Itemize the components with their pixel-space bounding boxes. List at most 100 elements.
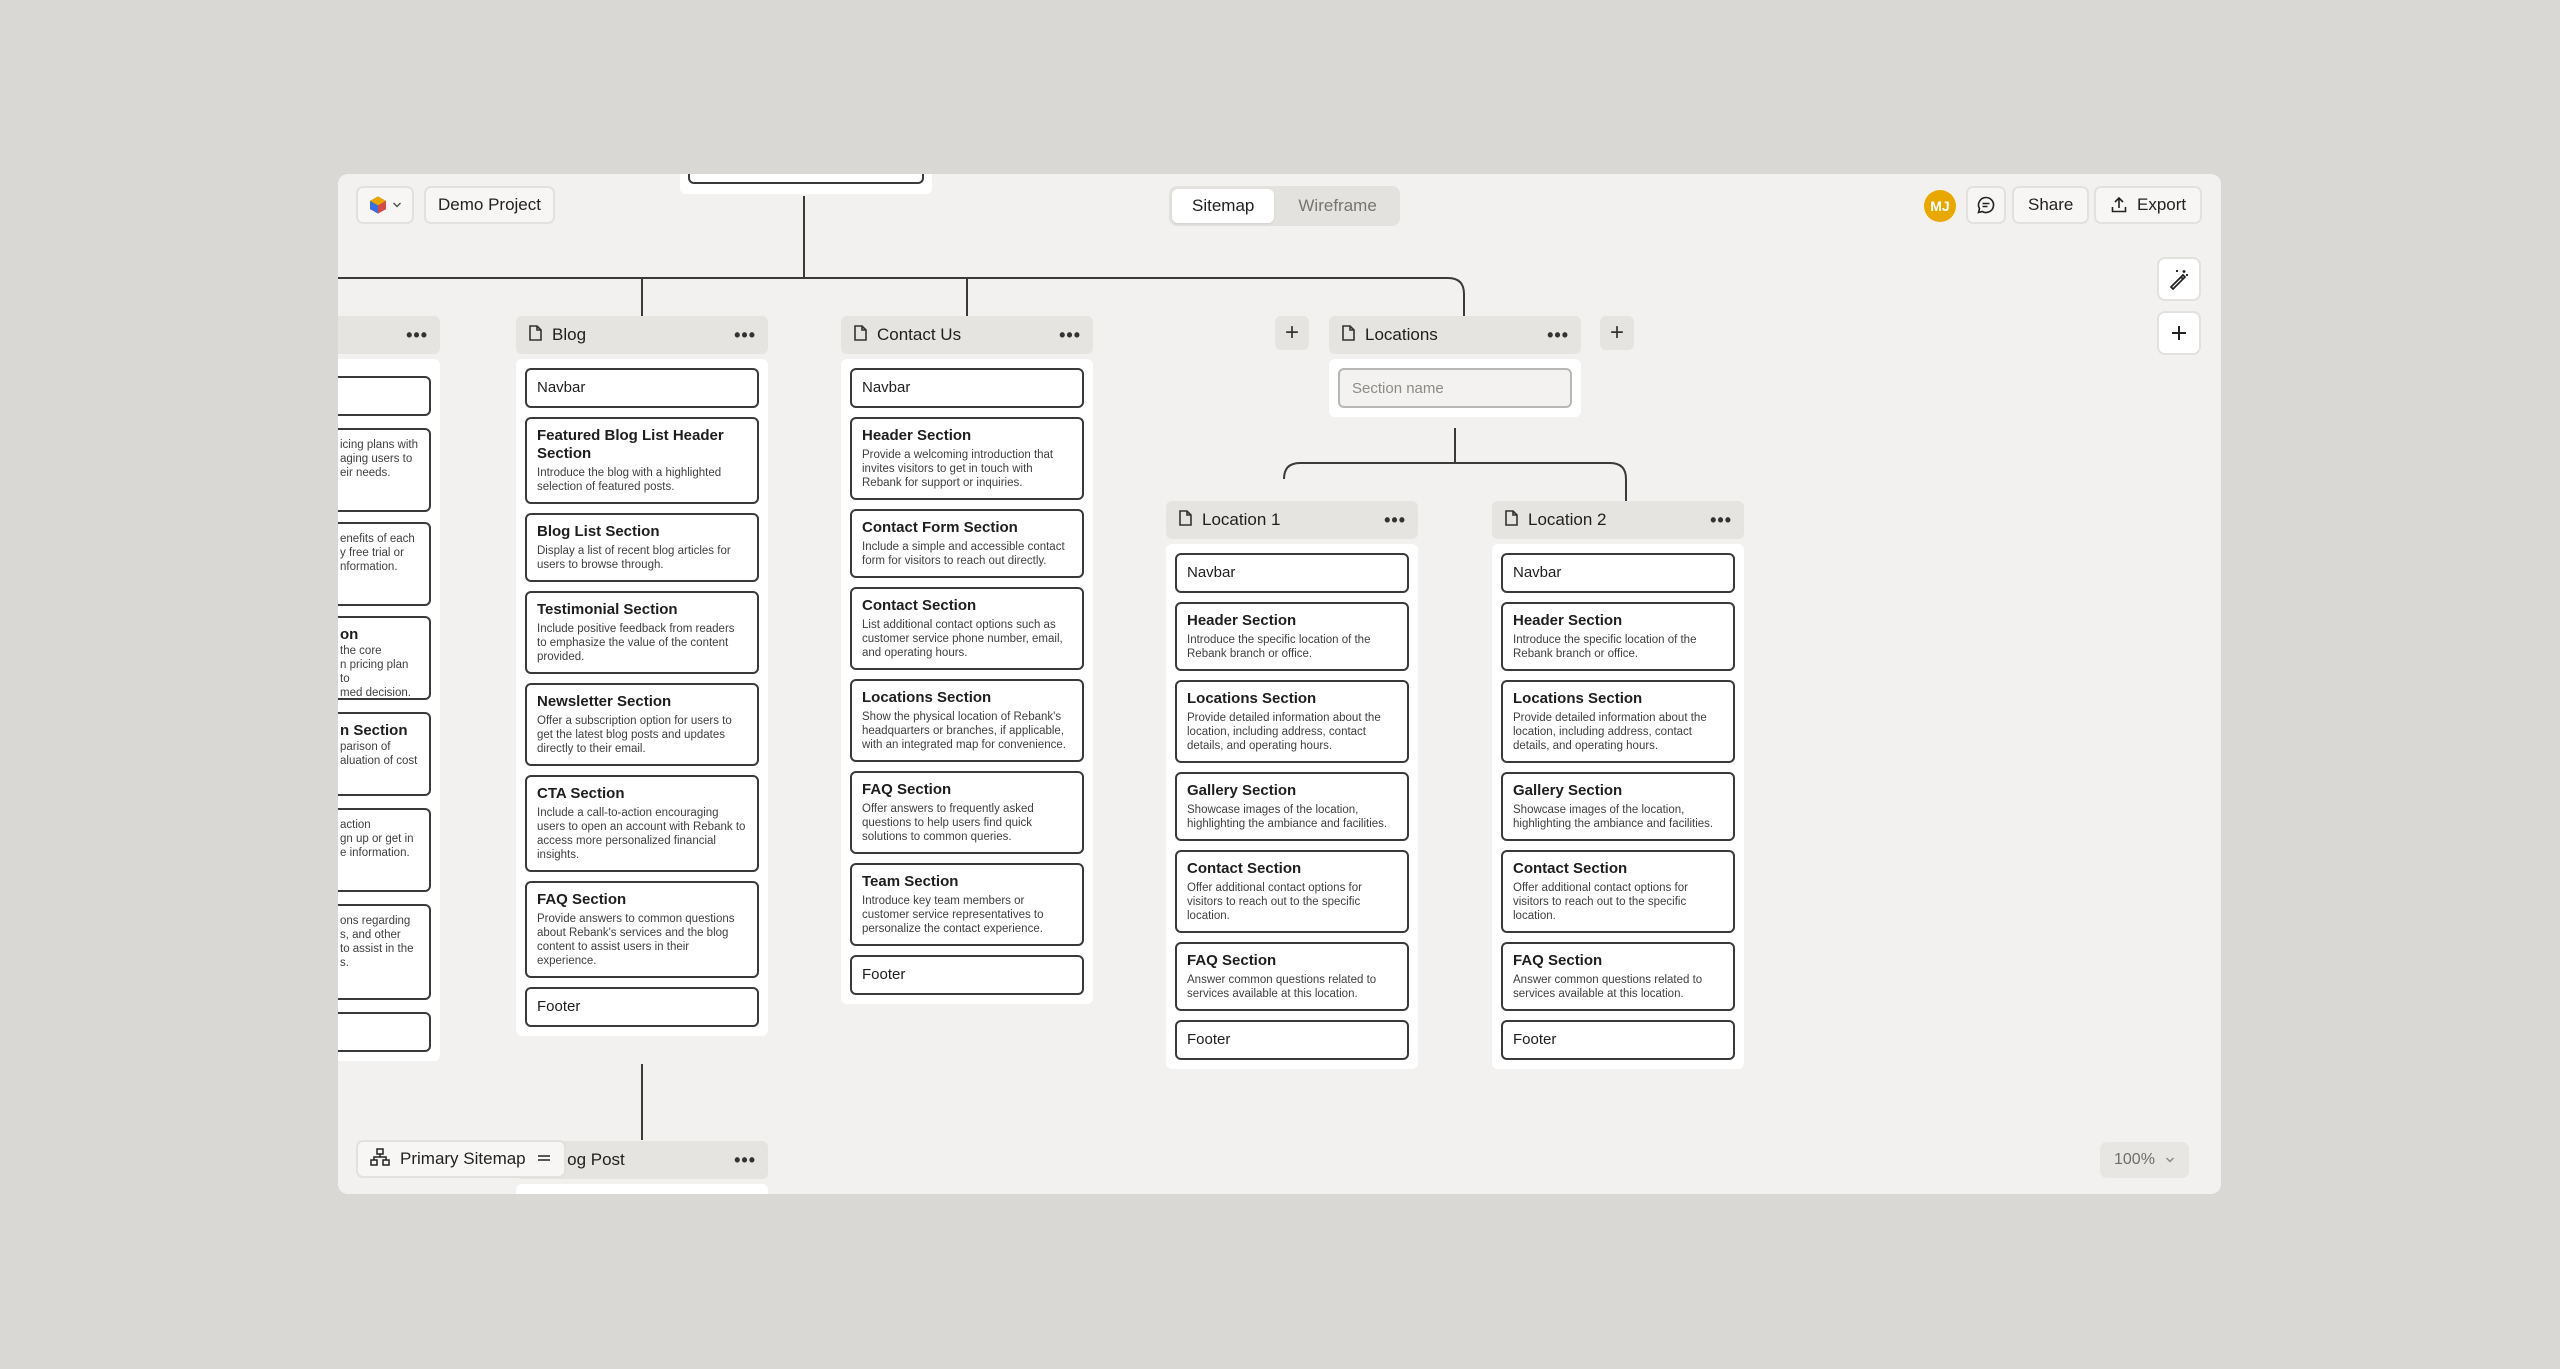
page-node-location-1[interactable]: Location 1 ••• Navbar Header Section Intro… (1166, 501, 1418, 1069)
page-node-contact-us[interactable]: Contact Us ••• Navbar Header Section Provi… (841, 316, 1093, 1004)
page-header-location-2[interactable]: Location 2 ••• (1492, 501, 1744, 539)
project-name-button[interactable]: Demo Project (424, 186, 555, 224)
section-card[interactable]: Header Section Introduce the specific loc… (1175, 602, 1409, 671)
section-card[interactable]: Navbar (1501, 553, 1735, 593)
ai-edit-button[interactable] (2157, 257, 2201, 301)
section-name: Header Section (1513, 612, 1623, 629)
more-icon[interactable]: ••• (406, 325, 428, 346)
section-card[interactable]: Contact Form Section Include a simple and… (850, 509, 1084, 578)
section-card-partial[interactable]: n Section parison of aluation of cost (338, 712, 431, 796)
chevron-down-icon (392, 201, 402, 209)
section-card[interactable]: CTA Section Include a call-to-action enco… (525, 775, 759, 872)
section-description: Show the physical location of Rebank's h… (862, 711, 1066, 751)
section-card[interactable]: Gallery Section Showcase images of the lo… (1175, 772, 1409, 841)
sitemap-canvas[interactable]: ••• icing plans with aging users to eir … (338, 174, 2221, 1194)
section-description: the core n pricing plan to med decision. (340, 645, 411, 699)
page-node-location-2[interactable]: Location 2 ••• Navbar Header Section Intro… (1492, 501, 1744, 1069)
section-card[interactable]: Footer (1175, 1020, 1409, 1060)
section-description: List additional contact options such as … (862, 619, 1063, 659)
section-card-partial[interactable]: on the core n pricing plan to med decisio… (338, 616, 431, 700)
more-icon[interactable]: ••• (1384, 510, 1406, 531)
section-list (1329, 359, 1581, 417)
section-card[interactable]: FAQ Section Answer common questions relat… (1501, 942, 1735, 1011)
zoom-level: 100% (2114, 1151, 2155, 1168)
more-icon[interactable]: ••• (1059, 325, 1081, 346)
export-button[interactable]: Export (2094, 186, 2203, 224)
section-card-partial[interactable] (338, 1012, 431, 1052)
section-name: Locations Section (1513, 690, 1643, 707)
section-name: Testimonial Section (537, 601, 678, 618)
page-icon (1504, 509, 1518, 531)
section-card[interactable]: FAQ Section Provide answers to common que… (525, 881, 759, 978)
page-node-locations[interactable]: Locations ••• (1329, 316, 1581, 417)
more-icon[interactable]: ••• (734, 325, 756, 346)
section-name-input[interactable] (1338, 368, 1572, 408)
section-card[interactable]: Footer (850, 955, 1084, 995)
tab-wireframe[interactable]: Wireframe (1278, 189, 1396, 223)
section-card-partial[interactable]: enefits of each y free trial or nformati… (338, 522, 431, 606)
section-card-partial[interactable]: ons regarding s, and other to assist in … (338, 904, 431, 1000)
section-card[interactable]: Testimonial Section Include positive feed… (525, 591, 759, 674)
section-name: Contact Section (1513, 860, 1628, 877)
section-card[interactable]: Team Section Introduce key team members o… (850, 863, 1084, 946)
page-header-locations[interactable]: Locations ••• (1329, 316, 1581, 354)
page-icon (1178, 509, 1192, 531)
section-card[interactable]: Locations Section Provide detailed inform… (1501, 680, 1735, 763)
root-node-fragment[interactable] (680, 174, 932, 194)
page-node-blog[interactable]: Blog ••• Navbar Featured Blog List Header… (516, 316, 768, 1036)
section-list: Navbar Header Section Introduce the specif… (1166, 544, 1418, 1069)
sitemap-selector[interactable]: Primary Sitemap (356, 1140, 566, 1178)
avatar[interactable]: MJ (1924, 190, 1956, 222)
section-name: Contact Section (1187, 860, 1302, 877)
app-menu-button[interactable] (356, 186, 414, 224)
section-card[interactable]: Blog List Section Display a list of recen… (525, 513, 759, 582)
section-card[interactable]: Contact Section List additional contact o… (850, 587, 1084, 670)
zoom-control[interactable]: 100% (2100, 1142, 2189, 1178)
page-icon (1341, 324, 1355, 346)
section-card[interactable]: Header Section Introduce the specific loc… (1501, 602, 1735, 671)
section-card[interactable]: FAQ Section Answer common questions relat… (1175, 942, 1409, 1011)
section-name: Footer (862, 966, 906, 983)
add-sibling-left-button[interactable]: + (1275, 316, 1309, 350)
section-name: Footer (1187, 1031, 1231, 1048)
section-card[interactable]: FAQ Section Offer answers to frequently a… (850, 771, 1084, 854)
section-card-partial[interactable] (338, 376, 431, 416)
add-sibling-right-button[interactable]: + (1600, 316, 1634, 350)
section-card[interactable]: Locations Section Provide detailed inform… (1175, 680, 1409, 763)
section-name: Contact Form Section (862, 519, 1018, 536)
page-header-location-1[interactable]: Location 1 ••• (1166, 501, 1418, 539)
section-card[interactable]: Navbar (525, 368, 759, 408)
section-card[interactable]: Contact Section Offer additional contact … (1175, 850, 1409, 933)
section-list: Navbar Header Section Introduce the specif… (1492, 544, 1744, 1069)
share-button[interactable]: Share (2012, 186, 2090, 224)
add-page-button[interactable] (2157, 311, 2201, 355)
section-card[interactable]: Contact Section Offer additional contact … (1501, 850, 1735, 933)
section-description: Introduce the blog with a highlighted se… (537, 467, 722, 493)
section-card[interactable]: Locations Section Show the physical locat… (850, 679, 1084, 762)
section-card-partial[interactable]: icing plans with aging users to eir need… (338, 428, 431, 512)
page-title: Location 1 (1202, 510, 1281, 529)
section-name: Team Section (862, 873, 959, 890)
section-card[interactable]: Navbar (1175, 553, 1409, 593)
more-icon[interactable]: ••• (734, 1150, 756, 1171)
more-icon[interactable]: ••• (1547, 325, 1569, 346)
section-card[interactable]: Footer (1501, 1020, 1735, 1060)
section-card[interactable]: Featured Blog List Header Section Introdu… (525, 417, 759, 504)
section-card[interactable]: Navbar (850, 368, 1084, 408)
section-name: Footer (1513, 1031, 1557, 1048)
page-header-blog[interactable]: Blog ••• (516, 316, 768, 354)
tab-sitemap[interactable]: Sitemap (1172, 189, 1275, 223)
page-header-contact-us[interactable]: Contact Us ••• (841, 316, 1093, 354)
comments-button[interactable] (1966, 186, 2006, 224)
section-card[interactable]: Footer (525, 987, 759, 1027)
page-header[interactable]: ••• (338, 316, 440, 354)
section-list: Navbar Header Section Provide a welcoming … (841, 359, 1093, 1004)
section-card[interactable]: Newsletter Section Offer a subscription o… (525, 683, 759, 766)
section-description: Answer common questions related to servi… (1513, 974, 1703, 1000)
section-card[interactable]: Gallery Section Showcase images of the lo… (1501, 772, 1735, 841)
page-title: Location 2 (1528, 510, 1607, 529)
section-card[interactable]: Header Section Provide a welcoming introd… (850, 417, 1084, 500)
more-icon[interactable]: ••• (1710, 510, 1732, 531)
plus-icon (2169, 323, 2189, 343)
section-card-partial[interactable]: action gn up or get in e information. (338, 808, 431, 892)
